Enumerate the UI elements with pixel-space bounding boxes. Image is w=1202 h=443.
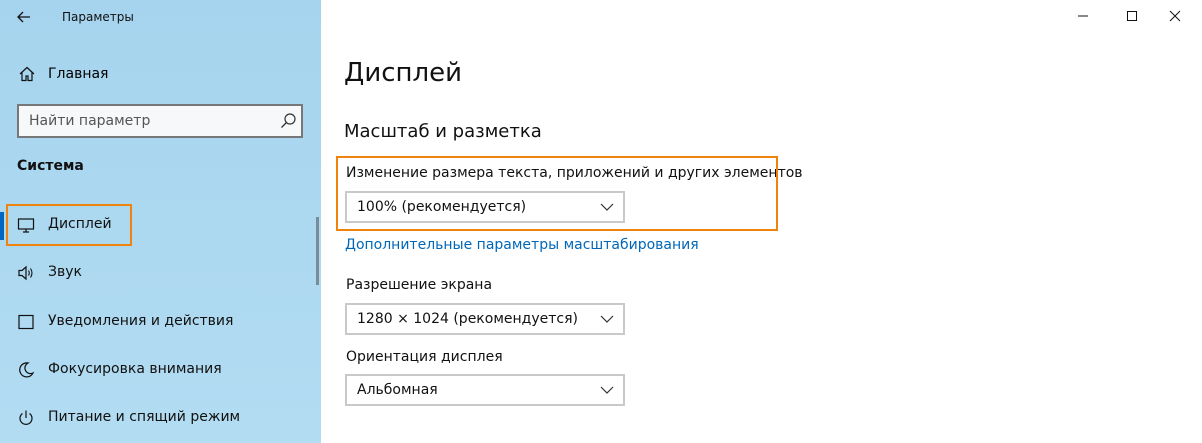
back-arrow-icon [17, 11, 30, 23]
sidebar-item-power[interactable]: Питание и спящий режим [0, 401, 310, 435]
resolution-dropdown[interactable]: 1280 × 1024 (рекомендуется) [345, 303, 625, 335]
sidebar-item-label: Питание и спящий режим [48, 409, 241, 425]
page-title: Дисплей [344, 58, 463, 88]
text-size-dropdown[interactable]: 100% (рекомендуется) [345, 191, 625, 223]
sidebar-item-sound[interactable]: Звук [0, 256, 310, 290]
close-icon [1169, 10, 1181, 22]
minimize-button[interactable] [1060, 0, 1106, 32]
notification-icon [18, 314, 34, 330]
chevron-down-icon [600, 203, 614, 211]
search-box[interactable] [17, 104, 303, 138]
sidebar-item-display[interactable]: Дисплей [0, 208, 310, 242]
text-size-label: Изменение размера текста, приложений и д… [346, 165, 803, 181]
sidebar-item-label: Главная [48, 66, 109, 82]
advanced-scaling-link[interactable]: Дополнительные параметры масштабирования [345, 237, 699, 253]
speaker-icon [18, 265, 33, 281]
orientation-value: Альбомная [357, 382, 438, 398]
back-button[interactable] [8, 3, 40, 31]
text-size-value: 100% (рекомендуется) [357, 199, 527, 215]
maximize-icon [1127, 11, 1137, 21]
orientation-label: Ориентация дисплея [346, 349, 503, 365]
sidebar-item-label: Фокусировка внимания [48, 361, 222, 377]
app-title: Параметры [62, 10, 134, 24]
sidebar: Параметры Главная Система Дисплей Звук [0, 0, 321, 443]
resolution-label: Разрешение экрана [346, 277, 493, 293]
chevron-down-icon [600, 315, 614, 323]
sidebar-item-focus-assist[interactable]: Фокусировка внимания [0, 353, 310, 387]
search-input[interactable] [19, 106, 279, 136]
moon-icon [19, 362, 35, 378]
close-button[interactable] [1152, 0, 1198, 32]
home-icon [19, 66, 35, 82]
minimize-icon [1078, 15, 1088, 17]
search-icon[interactable] [279, 112, 297, 130]
sidebar-item-label: Уведомления и действия [48, 313, 234, 329]
sidebar-item-label: Дисплей [48, 216, 112, 232]
monitor-icon [17, 218, 35, 233]
section-title: Система [17, 158, 84, 174]
orientation-dropdown[interactable]: Альбомная [345, 374, 625, 406]
sidebar-item-notifications[interactable]: Уведомления и действия [0, 305, 310, 339]
scale-section-title: Масштаб и разметка [344, 121, 542, 142]
power-icon [19, 410, 33, 425]
chevron-down-icon [600, 386, 614, 394]
sidebar-item-home[interactable]: Главная [0, 58, 321, 90]
sidebar-item-label: Звук [48, 264, 82, 280]
resolution-value: 1280 × 1024 (рекомендуется) [357, 311, 578, 327]
maximize-button[interactable] [1109, 0, 1155, 32]
sidebar-scrollbar[interactable] [316, 217, 319, 285]
